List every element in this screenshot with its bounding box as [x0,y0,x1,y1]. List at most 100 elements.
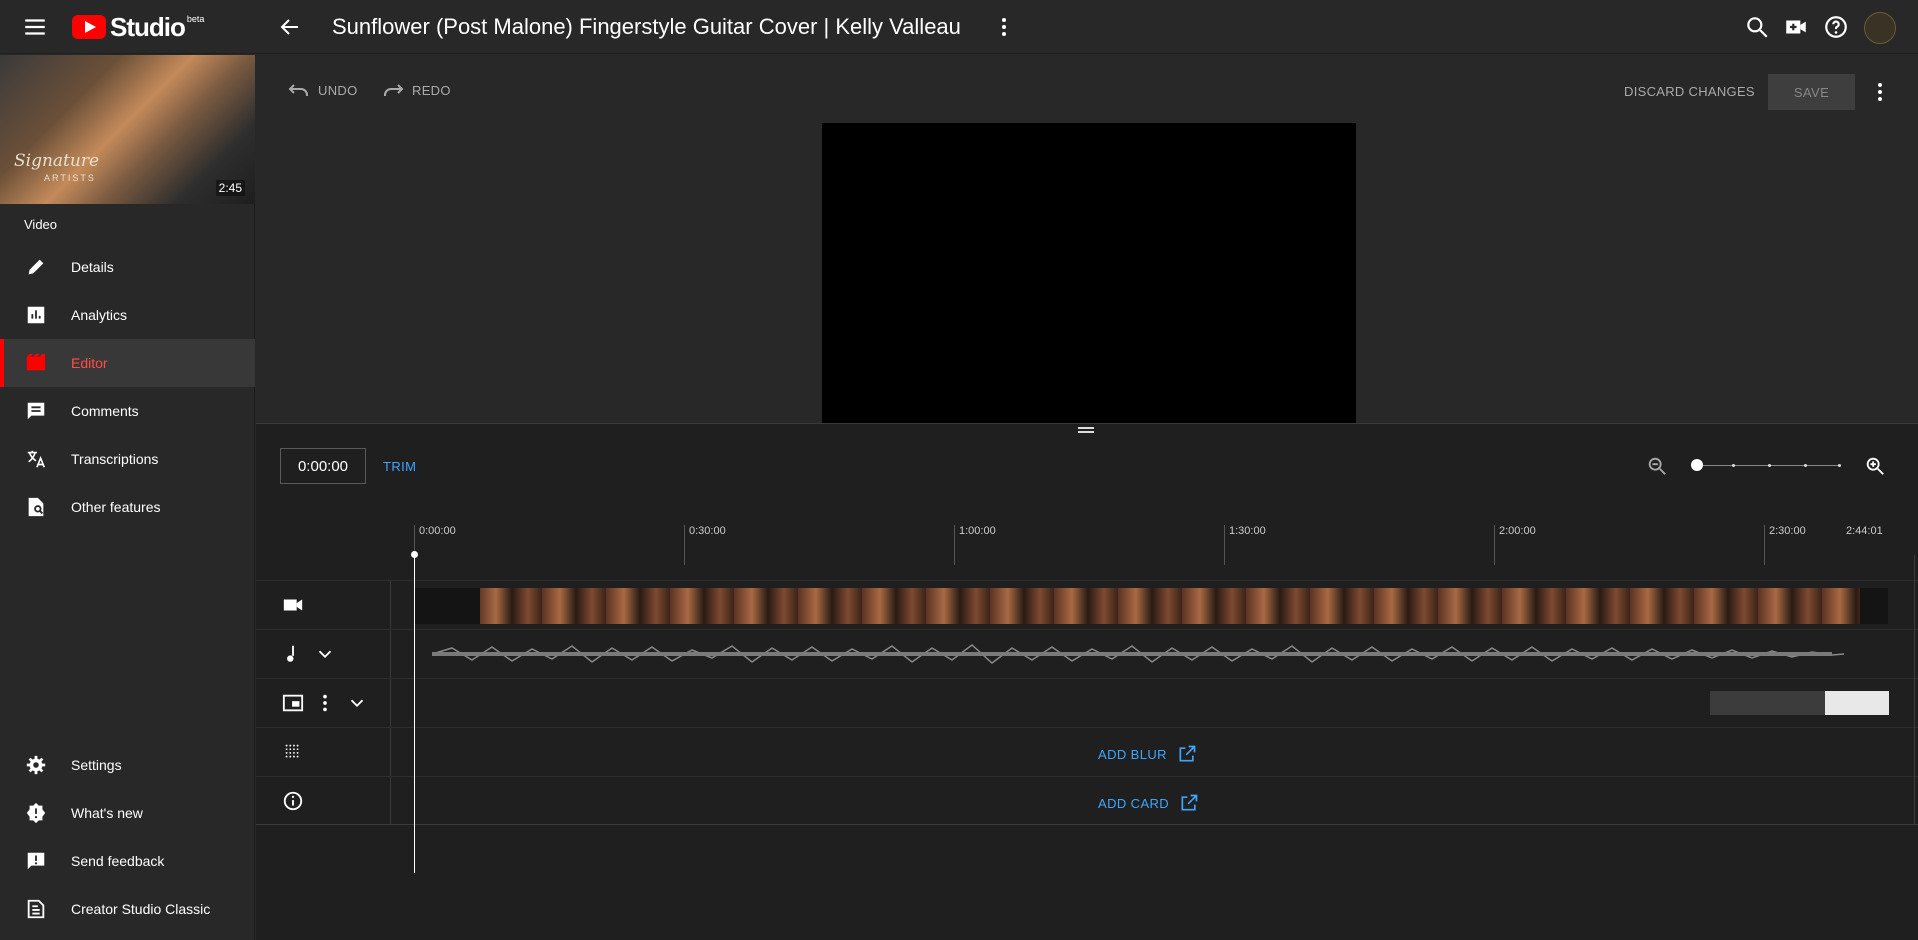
ruler-tick-label: 2:00:00 [1499,525,1536,537]
chevron-down-icon[interactable] [314,643,336,665]
end-time-label: 2:44:01 [1846,525,1883,537]
resize-splitter[interactable] [256,423,1918,435]
undo-label: UNDO [318,82,358,98]
blur-track: ADD BLUR [256,727,1918,776]
filmstrip-black-frame [414,588,480,624]
end-screen-segment[interactable] [1710,691,1825,715]
sidebar-item-transcriptions[interactable]: Transcriptions [0,435,255,483]
sidebar-item-other-features[interactable]: Other features [0,483,255,531]
more-options-icon[interactable] [994,15,1014,39]
add-card-label: ADD CARD [1098,795,1170,811]
add-blur-link[interactable]: ADD BLUR [1098,744,1197,764]
ruler-tick-label: 1:00:00 [959,525,996,537]
video-camera-icon [282,594,304,616]
redo-label: REDO [412,82,451,98]
sidebar-item-label: Creator Studio Classic [71,901,211,917]
more-options-icon[interactable] [1870,80,1890,104]
zoom-step-dot [1768,464,1771,467]
create-video-icon[interactable] [1783,14,1809,40]
sidebar-item-settings[interactable]: Settings [0,741,255,789]
hamburger-menu-icon[interactable] [22,14,48,40]
cards-track: ADD CARD [256,776,1918,825]
playhead[interactable] [411,551,418,873]
audio-waveform[interactable] [432,642,1844,666]
more-options-icon[interactable] [314,692,336,714]
sidebar-item-creator-studio-classic[interactable]: Creator Studio Classic [0,885,255,933]
feedback-icon [24,849,48,873]
end-screen-element[interactable] [1825,691,1889,715]
timeline-panel: 0:00:00 TRIM 0:00:00 0:30:00 1:00:00 1:3… [256,435,1918,940]
whats-new-icon [24,801,48,825]
youtube-studio-logo[interactable]: Studio beta [72,12,204,42]
sidebar-item-label: Comments [71,403,139,419]
editor-icon [24,351,48,375]
ruler-tick: 0:30:00 [684,525,726,565]
redo-icon [382,81,404,99]
pencil-icon [24,255,48,279]
ruler-tick-label: 2:30:00 [1769,525,1806,537]
sidebar-item-send-feedback[interactable]: Send feedback [0,837,255,885]
sidebar-item-label: Send feedback [71,853,165,869]
translate-icon [24,447,48,471]
zoom-step-dot [1732,464,1735,467]
track-header [256,679,391,727]
analytics-icon [24,303,48,327]
video-preview[interactable] [822,123,1356,423]
back-arrow-icon[interactable] [278,15,302,39]
ruler-tick: 1:00:00 [954,525,996,565]
help-icon[interactable] [1823,14,1849,40]
zoom-step-dot [1804,464,1807,467]
preview-area [256,123,1918,423]
zoom-in-icon[interactable] [1864,455,1886,477]
ruler-tick: 2:00:00 [1494,525,1536,565]
blur-grid-icon [282,741,304,763]
sidebar-item-editor[interactable]: Editor [0,339,255,387]
thumbnail-brand: Signature [14,151,100,171]
sidebar-item-whats-new[interactable]: What's new [0,789,255,837]
sidebar-item-label: Settings [71,757,122,773]
trim-button[interactable]: TRIM [383,459,416,474]
info-icon [282,790,304,812]
zoom-out-icon[interactable] [1646,455,1668,477]
chevron-down-icon[interactable] [346,692,368,714]
track-header [256,728,391,776]
video-thumbnail[interactable]: Signature ARTISTS 2:45 [0,55,255,204]
current-time-field[interactable]: 0:00:00 [280,448,366,484]
youtube-logo-icon [72,15,106,39]
discard-changes-button[interactable]: DISCARD CHANGES [1624,84,1755,99]
logo-text: Studio [110,11,186,42]
time-ruler[interactable]: 0:00:00 0:30:00 1:00:00 1:30:00 2:00:00 … [414,525,1918,565]
sidebar-item-label: Other features [71,499,161,515]
zoom-slider[interactable] [1691,459,1841,471]
track-header [256,777,391,825]
section-label: Video [24,217,58,232]
zoom-step-dot [1838,464,1841,467]
sidebar-item-label: Analytics [71,307,128,323]
video-filmstrip[interactable] [414,588,1888,624]
gear-icon [24,753,48,777]
top-bar: Studio beta Sunflower (Post Malone) Fing… [0,0,1918,54]
audio-track [256,629,1918,678]
music-note-icon[interactable] [282,643,304,665]
sidebar-item-details[interactable]: Details [0,243,255,291]
drag-handle-icon[interactable] [1078,427,1094,433]
comment-icon [24,399,48,423]
add-card-link[interactable]: ADD CARD [1098,793,1199,813]
save-button[interactable]: SAVE [1768,74,1855,110]
track-header [256,581,391,629]
sidebar-item-analytics[interactable]: Analytics [0,291,255,339]
sidebar-item-comments[interactable]: Comments [0,387,255,435]
redo-button[interactable]: REDO [382,81,451,99]
search-icon[interactable] [1744,14,1770,40]
filmstrip-black-frame [1860,588,1888,624]
zoom-slider-knob[interactable] [1691,459,1703,471]
editor-toolbar: UNDO REDO DISCARD CHANGES SAVE [256,55,1918,123]
account-avatar[interactable] [1864,12,1896,44]
sidebar-item-label: Transcriptions [71,451,159,467]
add-blur-label: ADD BLUR [1098,746,1167,762]
ruler-tick: 2:30:00 [1764,525,1806,565]
undo-button[interactable]: UNDO [288,81,357,99]
thumbnail-brand-sub: ARTISTS [44,173,96,183]
ruler-tick: 1:30:00 [1224,525,1266,565]
timeline-scroll-edge [1914,555,1915,824]
